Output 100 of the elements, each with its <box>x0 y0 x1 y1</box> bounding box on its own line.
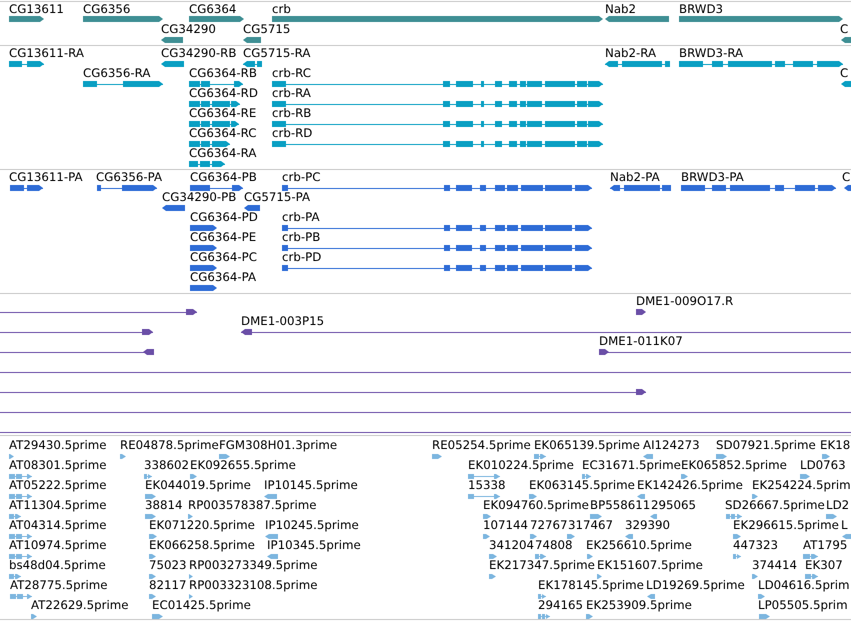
est-feature[interactable] <box>529 494 537 498</box>
gene-feature[interactable] <box>243 37 261 43</box>
est-feature[interactable] <box>726 514 742 518</box>
est-feature[interactable] <box>800 474 810 478</box>
est-feature[interactable] <box>822 454 830 458</box>
clone-feature[interactable] <box>0 389 646 395</box>
est-feature[interactable] <box>468 474 500 478</box>
est-feature[interactable] <box>534 454 546 458</box>
gene-feature[interactable] <box>841 37 851 43</box>
est-feature[interactable] <box>681 474 688 478</box>
transcript-feature[interactable] <box>189 161 225 167</box>
est-feature[interactable] <box>483 534 490 538</box>
est-feature[interactable] <box>10 594 32 598</box>
est-feature[interactable] <box>530 534 537 538</box>
est-feature[interactable] <box>597 574 602 578</box>
est-feature[interactable] <box>189 574 193 578</box>
est-feature[interactable] <box>716 454 727 458</box>
transcript-feature[interactable] <box>272 101 603 107</box>
est-feature[interactable] <box>625 534 633 538</box>
gene-feature[interactable] <box>83 16 163 22</box>
est-feature[interactable] <box>842 534 851 538</box>
est-feature[interactable] <box>189 594 193 598</box>
est-feature[interactable] <box>650 514 657 518</box>
transcript-feature[interactable] <box>841 81 851 87</box>
end-read-feature[interactable] <box>636 309 646 315</box>
est-feature[interactable] <box>752 494 758 498</box>
clone-feature[interactable] <box>0 429 851 435</box>
protein-feature[interactable] <box>244 205 260 211</box>
est-feature[interactable] <box>120 454 126 458</box>
est-feature[interactable] <box>31 614 37 618</box>
est-feature[interactable] <box>826 514 837 518</box>
transcript-feature[interactable] <box>189 81 243 87</box>
est-feature[interactable] <box>803 554 818 558</box>
est-feature[interactable] <box>483 514 491 518</box>
est-feature[interactable] <box>219 454 230 458</box>
est-feature[interactable] <box>9 474 32 478</box>
est-feature[interactable] <box>489 574 496 578</box>
est-feature[interactable] <box>9 574 21 578</box>
clone-feature[interactable] <box>0 309 197 315</box>
protein-feature[interactable] <box>681 185 836 191</box>
protein-feature[interactable] <box>162 205 185 211</box>
est-feature[interactable] <box>9 494 32 498</box>
clone-feature[interactable] <box>599 349 851 355</box>
protein-feature[interactable] <box>190 225 217 231</box>
protein-feature[interactable] <box>190 265 217 271</box>
protein-feature[interactable] <box>610 185 671 191</box>
est-feature[interactable] <box>647 594 655 598</box>
est-feature[interactable] <box>468 494 500 498</box>
transcript-feature[interactable] <box>9 61 44 67</box>
transcript-feature[interactable] <box>243 61 262 67</box>
clone-feature[interactable] <box>0 329 153 335</box>
est-feature[interactable] <box>590 514 602 518</box>
transcript-feature[interactable] <box>189 141 230 147</box>
transcript-feature[interactable] <box>605 61 670 67</box>
est-feature[interactable] <box>643 454 653 458</box>
est-feature[interactable] <box>587 554 593 558</box>
est-feature[interactable] <box>432 454 442 458</box>
transcript-feature[interactable] <box>272 141 603 147</box>
est-feature[interactable] <box>188 514 193 518</box>
est-feature[interactable] <box>567 534 575 538</box>
protein-feature[interactable] <box>190 285 217 291</box>
protein-feature[interactable] <box>282 245 592 251</box>
est-feature[interactable] <box>144 474 152 478</box>
est-feature[interactable] <box>149 594 156 598</box>
est-feature[interactable] <box>586 614 593 618</box>
clone-feature[interactable] <box>0 349 154 355</box>
transcript-feature[interactable] <box>83 81 163 87</box>
est-feature[interactable] <box>9 534 32 538</box>
est-feature[interactable] <box>637 494 645 498</box>
est-feature[interactable] <box>538 594 546 598</box>
est-feature[interactable] <box>582 474 591 478</box>
est-feature[interactable] <box>149 574 156 578</box>
est-feature[interactable] <box>265 534 278 538</box>
est-feature[interactable] <box>733 534 741 538</box>
est-feature[interactable] <box>805 574 818 578</box>
protein-feature[interactable] <box>10 185 43 191</box>
est-feature[interactable] <box>190 474 197 478</box>
est-feature[interactable] <box>758 594 765 598</box>
transcript-feature[interactable] <box>189 101 240 107</box>
est-feature[interactable] <box>145 514 156 518</box>
est-feature[interactable] <box>752 574 758 578</box>
protein-feature[interactable] <box>282 265 592 271</box>
transcript-feature[interactable] <box>272 81 603 87</box>
est-feature[interactable] <box>489 554 497 558</box>
est-feature[interactable] <box>267 554 278 558</box>
protein-feature[interactable] <box>190 245 217 251</box>
est-feature[interactable] <box>535 554 546 558</box>
est-feature[interactable] <box>538 614 550 618</box>
est-feature[interactable] <box>152 614 163 618</box>
protein-feature[interactable] <box>282 225 592 231</box>
transcript-feature[interactable] <box>189 121 239 127</box>
est-feature[interactable] <box>733 554 741 558</box>
gene-feature[interactable] <box>161 37 183 43</box>
protein-feature[interactable] <box>844 185 851 191</box>
est-feature[interactable] <box>759 614 770 618</box>
transcript-feature[interactable] <box>679 61 843 67</box>
transcript-feature[interactable] <box>272 121 603 127</box>
est-feature[interactable] <box>9 554 32 558</box>
est-feature[interactable] <box>149 554 156 558</box>
gene-feature[interactable] <box>189 16 244 22</box>
